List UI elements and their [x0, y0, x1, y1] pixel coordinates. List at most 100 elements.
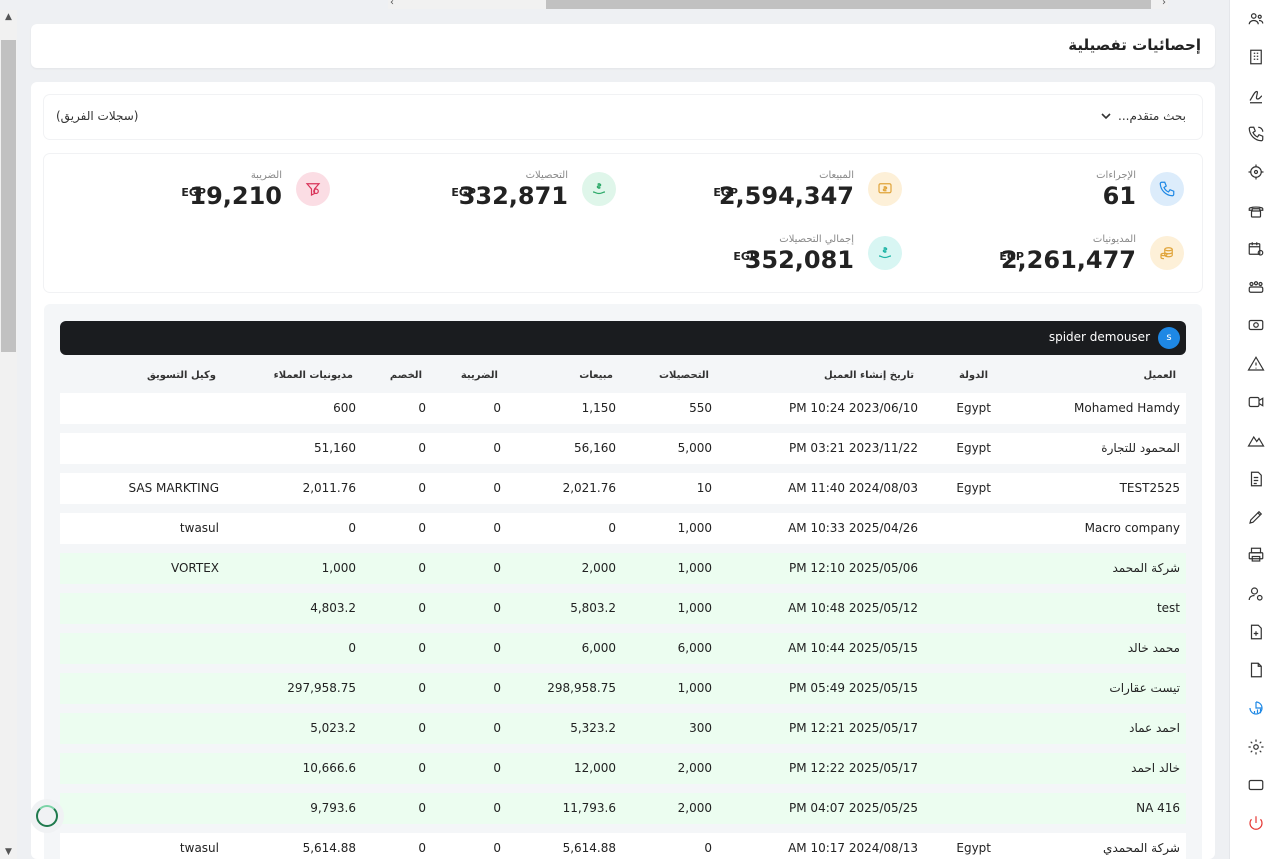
stat-actions: الإجراءات 61 — [904, 170, 1184, 220]
cell-tax: 0 — [493, 401, 501, 415]
table-row[interactable]: محمد خالد AM 10:44 2025/05/15 6,000 6,000 0 0… — [60, 633, 1186, 664]
cell-created: PM 12:21 2025/05/17 — [789, 721, 918, 735]
settings-icon[interactable] — [1245, 736, 1267, 758]
loading-spinner — [30, 799, 64, 833]
stat-collections: التحصيلات 332,871 EGP — [336, 170, 616, 220]
cell-debts: 1,000 — [321, 561, 356, 575]
th-discount[interactable]: الخصم — [390, 370, 422, 381]
th-sales[interactable]: مبيعات — [579, 370, 613, 381]
window-icon[interactable] — [1245, 774, 1267, 796]
stat-debts-label: المديونيات — [1092, 234, 1136, 245]
cell-client: خالد احمد — [1131, 761, 1180, 775]
cell-collections: 5,000 — [677, 441, 712, 455]
page-title: إحصائيات تفصيلية — [1068, 36, 1201, 54]
printer-icon[interactable] — [1245, 544, 1267, 566]
tax-icon — [296, 172, 330, 206]
cell-client: NA 416 — [1136, 801, 1180, 815]
stat-sales-label: المبيعات — [819, 170, 854, 181]
cell-created: PM 10:24 2023/06/10 — [789, 401, 918, 415]
table-row[interactable]: test AM 10:48 2025/05/12 1,000 5,803.2 0 0 4,8… — [60, 593, 1186, 624]
analytics-icon[interactable] — [1245, 697, 1267, 719]
building-icon[interactable] — [1245, 46, 1267, 68]
table-row[interactable]: شركة المحمدي Egypt AM 10:17 2024/08/13 0 5,6… — [60, 833, 1186, 859]
stats-panel: الإجراءات 61 المبيعات 2,594,347 EGP التح… — [44, 154, 1202, 292]
cell-client: شركة المحمد — [1112, 561, 1180, 575]
user-group-header[interactable]: s spider demouser — [60, 321, 1186, 355]
cell-collections: 300 — [689, 721, 712, 735]
cell-agent: SAS MARKTING — [128, 481, 219, 495]
add-doc-icon[interactable] — [1245, 621, 1267, 643]
cell-created: PM 12:10 2025/05/06 — [789, 561, 918, 575]
th-client[interactable]: العميل — [1143, 370, 1176, 381]
cell-debts: 297,958.75 — [287, 681, 356, 695]
phone-call-icon[interactable] — [1245, 123, 1267, 145]
th-agent[interactable]: وكيل التسويق — [147, 370, 216, 381]
invoice-icon[interactable] — [1245, 468, 1267, 490]
table-row[interactable]: Mohamed Hamdy Egypt PM 10:24 2023/06/10 550… — [60, 393, 1186, 424]
cell-debts: 0 — [348, 521, 356, 535]
document-icon[interactable] — [1245, 659, 1267, 681]
table-row[interactable]: Macro company AM 10:33 2025/04/26 1,000 0 0 0… — [60, 513, 1186, 544]
table-row[interactable]: شركة المحمد PM 12:10 2025/05/06 1,000 2,000… — [60, 553, 1186, 584]
money-icon[interactable] — [1245, 314, 1267, 336]
cell-debts: 51,160 — [314, 441, 356, 455]
horizontal-scrollbar[interactable]: ‹ › — [388, 0, 1168, 9]
th-debts[interactable]: مديونيات العملاء — [274, 370, 353, 381]
table-row[interactable]: تيست عقارات PM 05:49 2025/05/15 1,000 298,9… — [60, 673, 1186, 704]
cell-tax: 0 — [493, 681, 501, 695]
calendar-settings-icon[interactable] — [1245, 238, 1267, 260]
table-header: العميل الدولة تاريخ إنشاء العميل التحصيل… — [60, 364, 1186, 392]
stat-actions-label: الإجراءات — [1096, 170, 1136, 181]
telephone-icon[interactable] — [1245, 200, 1267, 222]
cell-collections: 1,000 — [677, 601, 712, 615]
vertical-scrollbar[interactable]: ▲ ▼ — [0, 10, 17, 859]
total-collections-icon — [868, 236, 902, 270]
th-tax[interactable]: الضريبة — [461, 370, 498, 381]
stat-collections-currency: EGP — [451, 186, 476, 199]
collections-icon — [582, 172, 616, 206]
scroll-down-arrow[interactable]: ▼ — [0, 845, 17, 859]
cell-debts: 10,666.6 — [302, 761, 356, 775]
table-row[interactable]: NA 416 PM 04:07 2025/05/25 2,000 11,793.6 0 0… — [60, 793, 1186, 824]
cell-client: محمد خالد — [1127, 641, 1180, 655]
stat-total-collections-value: 352,081 — [744, 246, 854, 274]
th-country[interactable]: الدولة — [959, 370, 988, 381]
cell-sales: 5,803.2 — [570, 601, 616, 615]
warning-icon[interactable] — [1245, 353, 1267, 375]
scroll-right-arrow[interactable]: › — [1162, 0, 1166, 8]
th-collections[interactable]: التحصيلات — [659, 370, 709, 381]
users-icon[interactable] — [1245, 8, 1267, 30]
cell-collections: 0 — [704, 841, 712, 855]
pen-icon[interactable] — [1245, 506, 1267, 528]
stat-debts: المديونيات 2,261,477 EGP — [904, 234, 1184, 284]
cell-debts: 4,803.2 — [310, 601, 356, 615]
cell-collections: 1,000 — [677, 561, 712, 575]
th-created[interactable]: تاريخ إنشاء العميل — [824, 370, 914, 381]
cell-discount: 0 — [418, 481, 426, 495]
cell-collections: 10 — [696, 481, 712, 495]
user-name: spider demouser — [1048, 330, 1150, 344]
cell-sales: 1,150 — [581, 401, 616, 415]
team-icon[interactable] — [1245, 276, 1267, 298]
scrollbar-thumb[interactable] — [1, 40, 16, 352]
h-scrollbar-thumb[interactable] — [546, 0, 1151, 9]
signature-icon[interactable] — [1245, 85, 1267, 107]
cell-created: AM 10:33 2025/04/26 — [788, 521, 918, 535]
cell-debts: 0 — [348, 641, 356, 655]
video-call-icon[interactable] — [1245, 391, 1267, 413]
scroll-left-arrow[interactable]: ‹ — [390, 0, 394, 8]
table-row[interactable]: احمد عماد PM 12:21 2025/05/17 300 5,323.2 0 0… — [60, 713, 1186, 744]
scroll-up-arrow[interactable]: ▲ — [0, 10, 17, 24]
target-icon[interactable] — [1245, 161, 1267, 183]
cell-tax: 0 — [493, 601, 501, 615]
mountain-icon[interactable] — [1245, 429, 1267, 451]
cell-sales: 11,793.6 — [562, 801, 616, 815]
user-settings-icon[interactable] — [1245, 583, 1267, 605]
table-row[interactable]: خالد احمد PM 12:22 2025/05/17 2,000 12,000 0… — [60, 753, 1186, 784]
table-row[interactable]: TEST2525 Egypt AM 11:40 2024/08/03 10 2,021.… — [60, 473, 1186, 504]
cell-created: AM 10:44 2025/05/15 — [788, 641, 918, 655]
advanced-search-toggle[interactable]: بحث متقدم... — [1100, 109, 1186, 123]
power-icon[interactable] — [1245, 812, 1267, 834]
cell-collections: 6,000 — [677, 641, 712, 655]
table-row[interactable]: المحمود للتجارة Egypt PM 03:21 2023/11/22 5… — [60, 433, 1186, 464]
